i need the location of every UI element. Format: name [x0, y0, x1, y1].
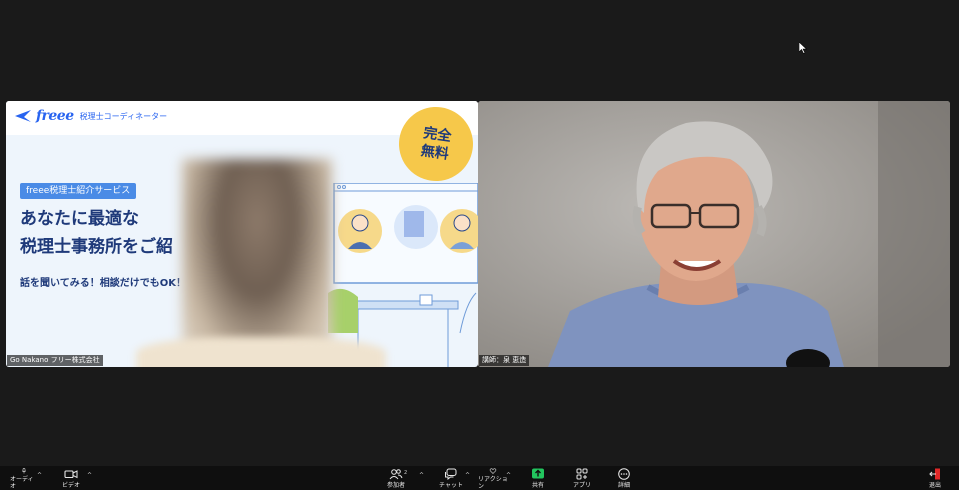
- participants-options-caret[interactable]: ^: [419, 472, 424, 479]
- leave-icon: [929, 468, 940, 480]
- service-tag: freee税理士紹介サービス: [20, 183, 137, 199]
- chat-options-caret[interactable]: ^: [465, 472, 470, 479]
- share-screen-icon: [532, 468, 544, 479]
- participant-video-tile[interactable]: freee 税理士コーディネーター 完全 無料 freee税理士紹介サービス あ…: [6, 101, 478, 367]
- apps-icon: [576, 468, 588, 480]
- share-label: 共有: [531, 482, 544, 489]
- consultation-illustration: [328, 183, 478, 367]
- mouse-cursor-icon: [799, 42, 808, 54]
- reactions-button[interactable]: リアクション: [478, 468, 508, 490]
- meeting-stage: freee 税理士コーディネーター 完全 無料 freee税理士紹介サービス あ…: [0, 0, 959, 466]
- reactions-label: リアクション: [478, 476, 508, 490]
- audio-button[interactable]: オーディオ: [10, 468, 38, 490]
- heart-icon: [489, 468, 497, 474]
- chat-icon: [445, 468, 457, 480]
- blurred-participant: [182, 159, 332, 367]
- apps-button[interactable]: アプリ: [570, 468, 594, 490]
- freee-logo-text: freee: [36, 108, 74, 124]
- video-label: ビデオ: [61, 482, 80, 489]
- badge-line-2: 無料: [419, 143, 450, 163]
- share-button[interactable]: 共有: [526, 468, 550, 490]
- speaker-camera-feed: [478, 101, 950, 367]
- freee-logo: freee 税理士コーディネーター: [14, 108, 167, 124]
- microphone-icon: [21, 468, 27, 474]
- speaker-video-tile[interactable]: 講師：泉 恵造: [478, 101, 950, 367]
- speaker-name-label: 講師：泉 恵造: [479, 355, 530, 366]
- video-camera-icon: [64, 470, 78, 479]
- meeting-toolbar: オーディオ ^ ビデオ ^ 参加者 2 ^ チャット ^ リアクション ^ 共有…: [0, 466, 959, 490]
- participants-count: 2: [404, 470, 408, 476]
- leave-label: 退出: [928, 482, 941, 489]
- chat-label: チャット: [439, 482, 463, 489]
- more-button[interactable]: 詳細: [612, 468, 636, 490]
- apps-label: アプリ: [572, 482, 591, 489]
- reactions-options-caret[interactable]: ^: [506, 472, 511, 479]
- video-button[interactable]: ビデオ: [58, 468, 84, 490]
- slide-subline: 話を聞いてみる！相談だけでもOK！: [20, 278, 186, 289]
- participant-name-label: Go Nakano フリー株式会社: [7, 355, 103, 366]
- audio-options-caret[interactable]: ^: [37, 472, 42, 479]
- participants-label: 参加者: [386, 482, 405, 489]
- chat-button[interactable]: チャット: [438, 468, 464, 490]
- freee-logo-subtitle: 税理士コーディネーター: [79, 111, 168, 121]
- freee-bird-icon: [15, 110, 31, 122]
- more-label: 詳細: [617, 482, 630, 489]
- audio-label: オーディオ: [10, 476, 34, 490]
- video-options-caret[interactable]: ^: [87, 472, 92, 479]
- blurred-participant-shirt: [136, 337, 386, 367]
- participants-icon: [389, 469, 403, 480]
- more-options-icon: [618, 468, 630, 480]
- leave-button[interactable]: 退出: [924, 468, 946, 490]
